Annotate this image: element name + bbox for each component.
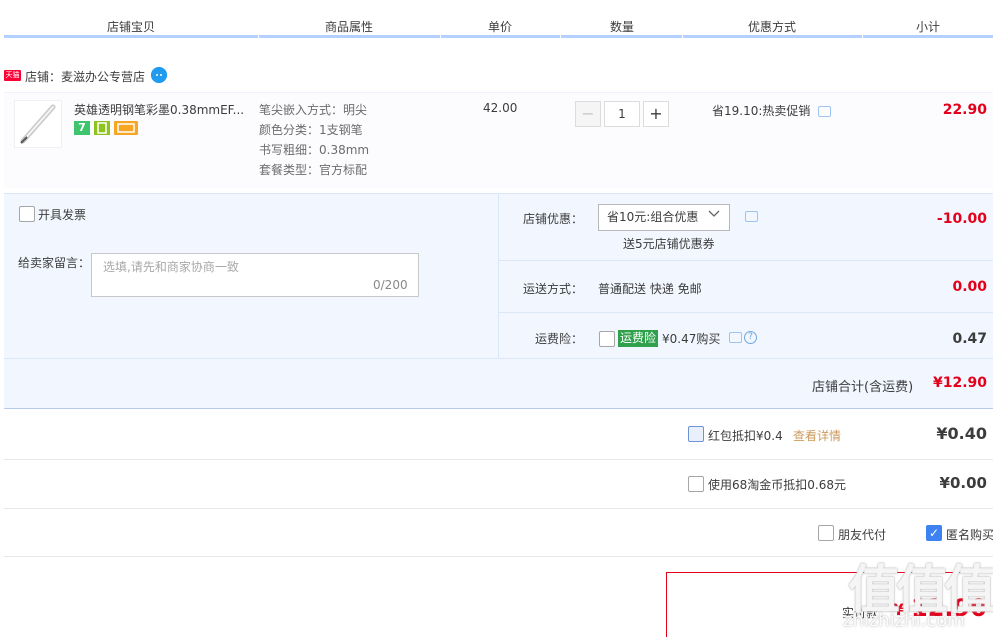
- memo-label: 给卖家留言：: [18, 256, 91, 270]
- table-header: 店铺宝贝 商品属性 单价 数量 优惠方式 小计: [0, 0, 993, 38]
- item-subtotal: 22.90: [942, 102, 987, 118]
- product-title-link[interactable]: 英雄透明钢笔彩墨0.38mmEF...: [74, 101, 249, 118]
- header-subtotal: 小计: [916, 20, 941, 34]
- invoice-label: 开具发票: [38, 208, 87, 222]
- quantity-input[interactable]: 1: [604, 101, 640, 127]
- seven-day-return-icon: 7: [74, 121, 90, 135]
- invoice-checkbox[interactable]: [19, 206, 35, 222]
- tmall-badge: 天猫: [4, 70, 21, 81]
- header-quantity: 数量: [610, 20, 635, 34]
- insurance-price: ¥0.47购买: [662, 332, 721, 346]
- discount-message-icon[interactable]: [745, 211, 758, 222]
- shipping-label: 运送方式：: [523, 282, 584, 296]
- quantity-increase-button[interactable]: +: [643, 101, 669, 127]
- promo-message-icon[interactable]: [818, 106, 831, 117]
- row-divider: [4, 508, 993, 509]
- panel-divider: [498, 260, 993, 261]
- watermark-url: zhizhizhi.com: [843, 610, 965, 631]
- memo-placeholder: 选填,请先和商家协商一致: [103, 260, 239, 274]
- header-divider: [258, 35, 259, 38]
- shipping-amount: 0.00: [952, 279, 987, 295]
- header-divider: [560, 35, 561, 38]
- promotion-text: 省19.10:热卖促销: [712, 104, 811, 118]
- attr-package: 套餐类型：官方标配: [259, 163, 368, 177]
- product-thumbnail[interactable]: [14, 100, 62, 148]
- panel-divider: [4, 358, 993, 359]
- attr-nib-type: 笔尖嵌入方式：明尖: [259, 103, 368, 117]
- shop-total-amount: ¥12.90: [932, 375, 987, 391]
- shop-discount-amount: -10.00: [936, 211, 987, 227]
- header-promotion: 优惠方式: [748, 20, 797, 34]
- shop-total-label: 店铺合计(含运费): [812, 380, 914, 395]
- header-underline: [4, 35, 993, 38]
- insurance-message-icon[interactable]: [729, 332, 742, 343]
- anonymous-label: 匿名购买: [946, 528, 993, 542]
- insurance-checkbox[interactable]: [599, 331, 615, 347]
- header-divider: [440, 35, 441, 38]
- red-packet-amount: ¥0.40: [936, 424, 987, 443]
- insurance-tag: 运费险: [618, 330, 659, 347]
- panel-divider: [498, 312, 993, 313]
- attr-color: 颜色分类：1支钢笔: [259, 123, 363, 137]
- panel-divider: [498, 193, 499, 358]
- red-packet-label: 红包抵扣¥0.4: [708, 429, 783, 443]
- insurance-label: 运费险：: [535, 332, 584, 346]
- taobao-coin-checkbox[interactable]: [688, 476, 704, 492]
- red-packet-checkbox[interactable]: [688, 426, 704, 442]
- credit-card-icon: [114, 121, 138, 135]
- header-divider: [862, 35, 863, 38]
- shop-discount-note: 送5元店铺优惠券: [623, 237, 715, 251]
- row-divider: [4, 459, 993, 460]
- header-shop-item: 店铺宝贝: [107, 20, 156, 34]
- header-unit-price: 单价: [488, 20, 513, 34]
- service-guarantee-icon: [94, 121, 110, 135]
- friend-pay-label: 朋友代付: [838, 528, 887, 542]
- header-divider: [682, 35, 683, 38]
- chevron-down-icon: [708, 207, 720, 222]
- attr-thickness: 书写粗细：0.38mm: [259, 143, 370, 157]
- anonymous-checkbox[interactable]: ✓: [926, 525, 942, 541]
- memo-char-count: 0/200: [373, 278, 408, 292]
- shop-discount-label: 店铺优惠：: [523, 212, 584, 226]
- view-details-link[interactable]: 查看详情: [793, 427, 841, 444]
- taobao-coin-amount: ¥0.00: [939, 474, 987, 492]
- help-icon[interactable]: ?: [744, 331, 757, 344]
- unit-price: 42.00: [483, 101, 518, 115]
- header-attributes: 商品属性: [325, 20, 374, 34]
- taobao-coin-label: 使用68淘金币抵扣0.68元: [708, 478, 846, 492]
- row-divider: [4, 556, 993, 557]
- friend-pay-checkbox[interactable]: [818, 525, 834, 541]
- chat-wangwang-icon[interactable]: [151, 67, 167, 83]
- quantity-decrease-button[interactable]: −: [575, 101, 601, 127]
- shipping-method: 普通配送 快递 免邮: [598, 282, 702, 296]
- insurance-amount: 0.47: [952, 331, 987, 347]
- shop-name-link[interactable]: 店铺：麦滋办公专营店: [25, 68, 145, 85]
